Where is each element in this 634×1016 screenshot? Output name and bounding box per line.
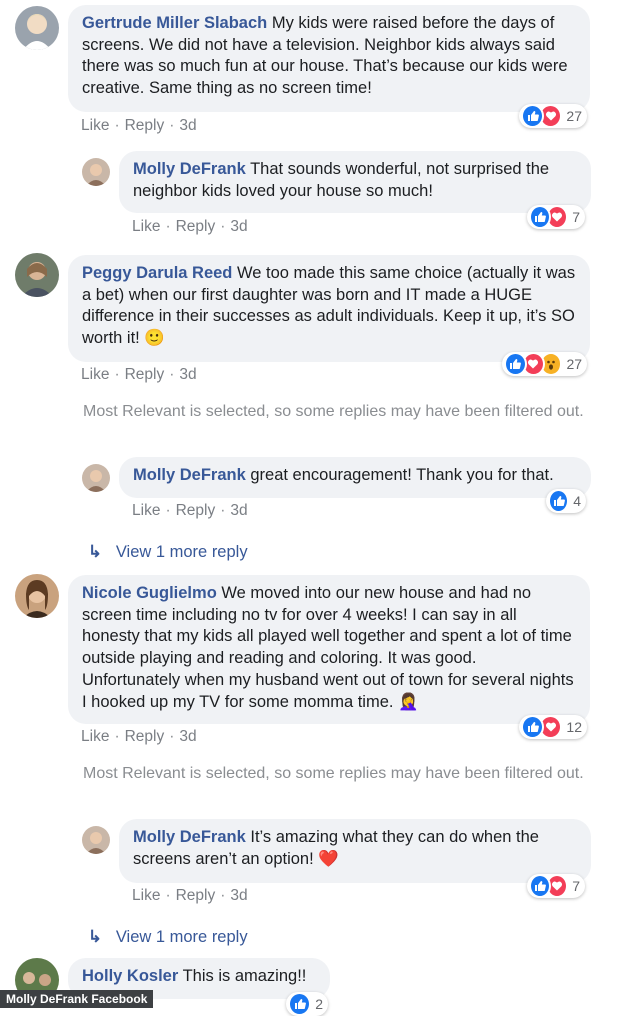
- comment-author[interactable]: Molly DeFrank: [133, 466, 246, 484]
- reaction-summary[interactable]: 12: [519, 715, 587, 739]
- like-reaction-icon: [504, 352, 527, 376]
- comment-text: great encouragement! Thank you for that.: [245, 466, 554, 484]
- comment-bubble: Peggy Darula Reed We too made this same …: [68, 255, 590, 362]
- like-reaction-icon: [548, 489, 570, 513]
- comment-author[interactable]: Gertrude Miller Slabach: [82, 14, 267, 32]
- avatar[interactable]: [82, 826, 110, 854]
- timestamp[interactable]: 3d: [179, 117, 196, 134]
- separator: ·: [114, 117, 120, 134]
- reply-link[interactable]: Reply: [176, 887, 216, 904]
- timestamp[interactable]: 3d: [179, 366, 196, 383]
- image-credit: Molly DeFrank Facebook: [0, 990, 154, 1008]
- separator: ·: [220, 887, 226, 904]
- like-reaction-icon: [288, 992, 312, 1016]
- view-more-label: View 1 more reply: [115, 543, 248, 561]
- like-link[interactable]: Like: [81, 117, 109, 134]
- separator: ·: [114, 366, 120, 383]
- timestamp[interactable]: 3d: [230, 218, 247, 235]
- comment-author[interactable]: Molly DeFrank: [133, 160, 246, 178]
- reaction-summary[interactable]: 2: [286, 992, 328, 1016]
- separator: ·: [169, 728, 175, 745]
- like-link[interactable]: Like: [132, 218, 160, 235]
- separator: ·: [114, 728, 120, 745]
- avatar[interactable]: [15, 574, 59, 618]
- comment-actions: Like · Reply · 3d: [81, 366, 197, 384]
- facepalm-emoji: 🤦‍♀️: [398, 692, 419, 711]
- like-link[interactable]: Like: [81, 366, 109, 383]
- separator: ·: [220, 502, 226, 519]
- comment-bubble: Molly DeFrank It’s amazing what they can…: [119, 819, 591, 883]
- comment-author[interactable]: Nicole Guglielmo: [82, 584, 217, 602]
- comment-bubble: Nicole Guglielmo We moved into our new h…: [68, 575, 590, 724]
- reaction-summary[interactable]: 7: [527, 874, 585, 898]
- comment-bubble: Gertrude Miller Slabach My kids were rai…: [68, 5, 590, 112]
- comment-actions: Like · Reply · 3d: [81, 117, 197, 135]
- smiley-emoji: 🙂: [144, 329, 165, 348]
- separator: ·: [220, 218, 226, 235]
- reply-link[interactable]: Reply: [125, 366, 165, 383]
- view-more-label: View 1 more reply: [115, 928, 248, 946]
- reply-link[interactable]: Reply: [176, 502, 216, 519]
- reaction-summary[interactable]: 7: [527, 205, 585, 229]
- comment-text: This is amazing!!: [178, 967, 307, 985]
- heart-emoji: ❤️: [318, 849, 339, 868]
- reaction-count: 7: [572, 209, 580, 225]
- comment-author[interactable]: Peggy Darula Reed: [82, 264, 232, 282]
- reply-arrow-icon: ↳: [88, 928, 102, 946]
- comment-author[interactable]: Molly DeFrank: [133, 828, 246, 846]
- reaction-count: 4: [573, 493, 581, 509]
- avatar[interactable]: [15, 253, 59, 297]
- comment-actions: Like · Reply · 3d: [132, 218, 248, 236]
- reaction-summary[interactable]: 27: [519, 104, 587, 128]
- separator: ·: [169, 366, 175, 383]
- view-more-replies-link[interactable]: ↳ View 1 more reply: [88, 927, 248, 947]
- like-reaction-icon: [529, 874, 552, 898]
- timestamp[interactable]: 3d: [230, 887, 247, 904]
- comment-bubble: Molly DeFrank great encouragement! Thank…: [119, 457, 591, 498]
- view-more-replies-link[interactable]: ↳ View 1 more reply: [88, 542, 248, 562]
- separator: ·: [165, 218, 171, 235]
- filtered-replies-notice: Most Relevant is selected, so some repli…: [83, 765, 584, 782]
- reply-link[interactable]: Reply: [176, 218, 216, 235]
- like-reaction-icon: [521, 715, 545, 739]
- avatar[interactable]: [82, 464, 110, 492]
- separator: ·: [165, 887, 171, 904]
- reaction-count: 27: [566, 108, 582, 124]
- comment-actions: Like · Reply · 3d: [132, 502, 248, 520]
- comment-text: We moved into our new house and had no s…: [82, 584, 574, 711]
- separator: ·: [165, 502, 171, 519]
- timestamp[interactable]: 3d: [230, 502, 247, 519]
- comment-author[interactable]: Holly Kosler: [82, 967, 178, 985]
- reaction-summary[interactable]: 4: [546, 489, 586, 513]
- reply-link[interactable]: Reply: [125, 117, 165, 134]
- like-reaction-icon: [521, 104, 545, 128]
- timestamp[interactable]: 3d: [179, 728, 196, 745]
- like-link[interactable]: Like: [81, 728, 109, 745]
- comment-actions: Like · Reply · 3d: [132, 887, 248, 905]
- like-reaction-icon: [529, 205, 552, 229]
- comment-bubble: Molly DeFrank That sounds wonderful, not…: [119, 151, 591, 213]
- like-link[interactable]: Like: [132, 502, 160, 519]
- filtered-replies-notice: Most Relevant is selected, so some repli…: [83, 403, 584, 420]
- reply-arrow-icon: ↳: [88, 543, 102, 561]
- separator: ·: [169, 117, 175, 134]
- comment-actions: Like · Reply · 3d: [81, 728, 197, 746]
- avatar[interactable]: [82, 158, 110, 186]
- reaction-count: 7: [572, 878, 580, 894]
- reply-link[interactable]: Reply: [125, 728, 165, 745]
- avatar[interactable]: [15, 6, 59, 50]
- reaction-count: 2: [315, 996, 323, 1012]
- like-link[interactable]: Like: [132, 887, 160, 904]
- reaction-count: 12: [566, 719, 582, 735]
- reaction-summary[interactable]: 27: [502, 352, 587, 376]
- reaction-count: 27: [566, 356, 583, 372]
